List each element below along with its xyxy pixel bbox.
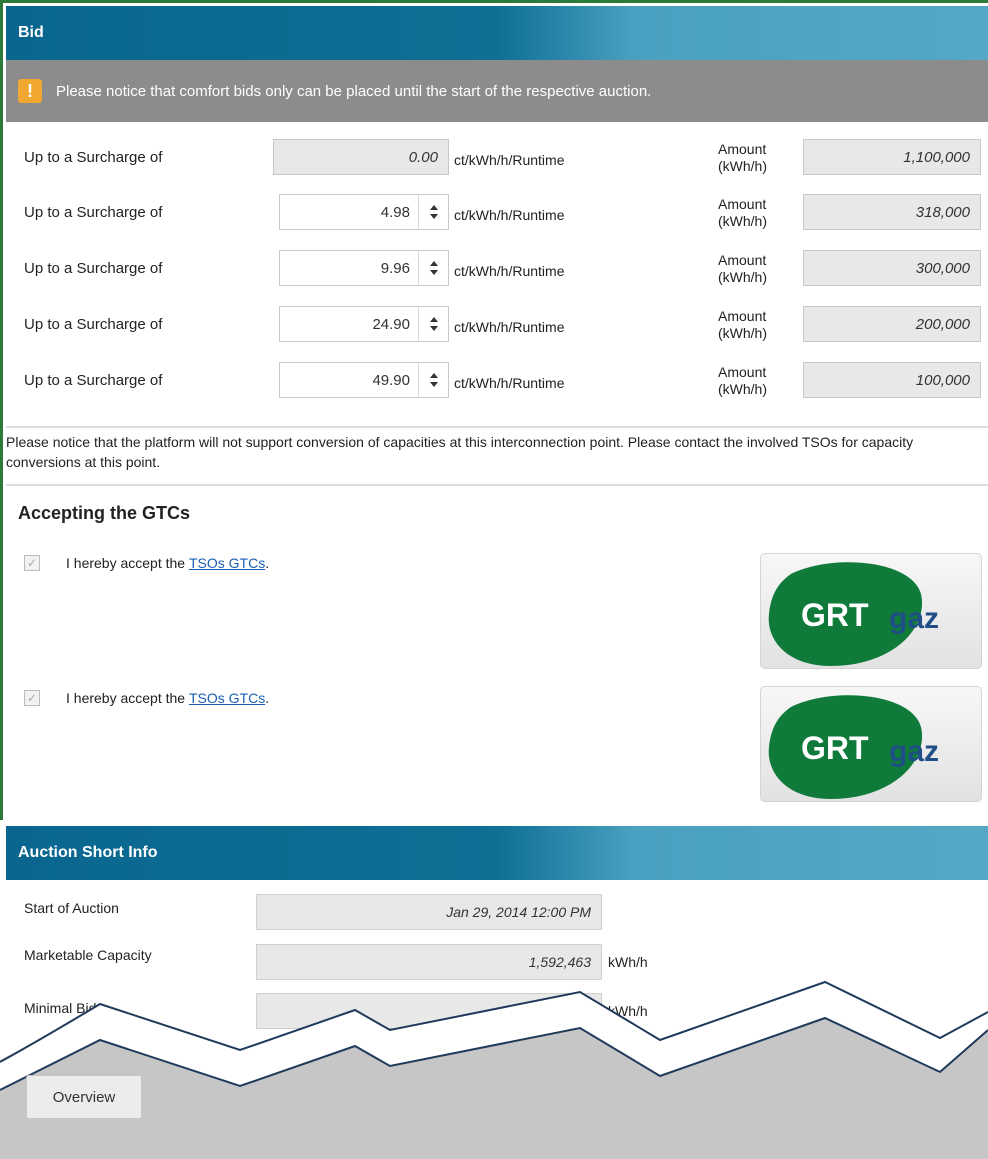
svg-text:GRT: GRT — [801, 597, 869, 633]
amount-label: Amount (kWh/h) — [718, 308, 767, 341]
amount-label: Amount (kWh/h) — [718, 196, 767, 229]
bid-row: Up to a Surcharge of 4.98 ct/kWh/h/Runti… — [0, 194, 988, 244]
amount-field: 100,000 — [803, 362, 981, 398]
grtgaz-logo-button[interactable]: GRT gaz — [760, 553, 982, 669]
conversion-notice: Please notice that the platform will not… — [6, 434, 914, 470]
surcharge-value: 24.90 — [372, 315, 410, 333]
minimal-bid-field — [256, 993, 602, 1029]
gtc-suffix: . — [265, 690, 270, 706]
gtc-title: Accepting the GTCs — [18, 503, 191, 523]
svg-text:gaz: gaz — [889, 602, 939, 635]
surcharge-input[interactable]: 4.98 — [279, 194, 449, 230]
grtgaz-logo: GRT gaz — [768, 562, 939, 666]
amount-value: 200,000 — [915, 315, 970, 333]
bid-title: Bid — [18, 24, 44, 41]
amount-label: Amount (kWh/h) — [718, 141, 767, 174]
amount-value: 300,000 — [915, 259, 970, 277]
amount-field: 318,000 — [803, 194, 981, 230]
surcharge-input[interactable]: 49.90 — [279, 362, 449, 398]
surcharge-field: 0.00 — [273, 139, 449, 175]
surcharge-label: Up to a Surcharge of — [24, 372, 163, 389]
surcharge-unit: ct/kWh/h/Runtime — [454, 319, 565, 335]
gtc-accept-row: ✓ I hereby accept the TSOs GTCs. — [24, 690, 269, 706]
svg-text:GRT: GRT — [801, 730, 869, 766]
surcharge-input[interactable]: 24.90 — [279, 306, 449, 342]
warning-icon: ! — [18, 79, 42, 103]
capacity-unit: kWh/h — [608, 954, 648, 970]
gtc-link[interactable]: TSOs GTCs — [189, 555, 265, 571]
surcharge-input[interactable]: 9.96 — [279, 250, 449, 286]
surcharge-value: 4.98 — [380, 203, 410, 221]
auction-info-title: Auction Short Info — [18, 844, 158, 861]
surcharge-unit: ct/kWh/h/Runtime — [454, 375, 565, 391]
minimal-bid-unit: kWh/h — [608, 1003, 648, 1019]
gtc-accept-row: ✓ I hereby accept the TSOs GTCs. — [24, 555, 269, 571]
surcharge-value: 49.90 — [372, 371, 410, 389]
amount-value: 100,000 — [915, 371, 970, 389]
amount-value: 318,000 — [915, 203, 970, 221]
spinner-icon[interactable] — [418, 251, 448, 285]
gtc-checkbox[interactable]: ✓ — [24, 690, 40, 706]
svg-text:gaz: gaz — [889, 735, 939, 768]
amount-field: 300,000 — [803, 250, 981, 286]
marketable-capacity-field: 1,592,463 — [256, 944, 602, 980]
surcharge-label: Up to a Surcharge of — [24, 260, 163, 277]
surcharge-value: 9.96 — [380, 259, 410, 277]
amount-field: 200,000 — [803, 306, 981, 342]
bid-row: Up to a Surcharge of 0.00 ct/kWh/h/Runti… — [0, 139, 988, 189]
surcharge-value: 0.00 — [408, 148, 438, 166]
divider — [6, 484, 988, 486]
amount-label: Amount (kWh/h) — [718, 364, 767, 397]
bid-row: Up to a Surcharge of 24.90 ct/kWh/h/Runt… — [0, 306, 988, 356]
spinner-icon[interactable] — [418, 195, 448, 229]
overview-button[interactable]: Overview — [26, 1075, 142, 1119]
gtc-link[interactable]: TSOs GTCs — [189, 690, 265, 706]
surcharge-unit: ct/kWh/h/Runtime — [454, 152, 565, 168]
divider — [6, 426, 988, 428]
gtc-text: I hereby accept the — [66, 555, 186, 571]
notice-text: Please notice that comfort bids only can… — [56, 82, 652, 100]
gtc-checkbox[interactable]: ✓ — [24, 555, 40, 571]
minimal-bid-label: Minimal Bid — [24, 1000, 97, 1016]
surcharge-unit: ct/kWh/h/Runtime — [454, 207, 565, 223]
gtc-text: I hereby accept the — [66, 690, 186, 706]
amount-value: 1,100,000 — [903, 148, 970, 166]
grtgaz-logo: GRT gaz — [768, 695, 939, 799]
grtgaz-logo-button[interactable]: GRT gaz — [760, 686, 982, 802]
start-of-auction-label: Start of Auction — [24, 900, 119, 916]
spinner-icon[interactable] — [418, 363, 448, 397]
window-frame-corner — [0, 1090, 8, 1146]
footer-bar — [0, 1064, 988, 1159]
auction-info-header: Auction Short Info — [6, 826, 988, 880]
start-of-auction-value: Jan 29, 2014 12:00 PM — [446, 904, 591, 920]
comfort-bid-notice: ! Please notice that comfort bids only c… — [6, 60, 988, 122]
gtc-suffix: . — [265, 555, 270, 571]
amount-label: Amount (kWh/h) — [718, 252, 767, 285]
spinner-icon[interactable] — [418, 307, 448, 341]
bid-section-header: Bid — [6, 6, 988, 60]
amount-field: 1,100,000 — [803, 139, 981, 175]
start-of-auction-field: Jan 29, 2014 12:00 PM — [256, 894, 602, 930]
bid-row: Up to a Surcharge of 49.90 ct/kWh/h/Runt… — [0, 362, 988, 412]
marketable-capacity-label: Marketable Capacity — [24, 947, 152, 963]
window-frame-top — [0, 0, 988, 3]
marketable-capacity-value: 1,592,463 — [528, 954, 591, 970]
surcharge-label: Up to a Surcharge of — [24, 204, 163, 221]
bid-row: Up to a Surcharge of 9.96 ct/kWh/h/Runti… — [0, 250, 988, 300]
surcharge-unit: ct/kWh/h/Runtime — [454, 263, 565, 279]
surcharge-label: Up to a Surcharge of — [24, 316, 163, 333]
surcharge-label: Up to a Surcharge of — [24, 149, 163, 166]
